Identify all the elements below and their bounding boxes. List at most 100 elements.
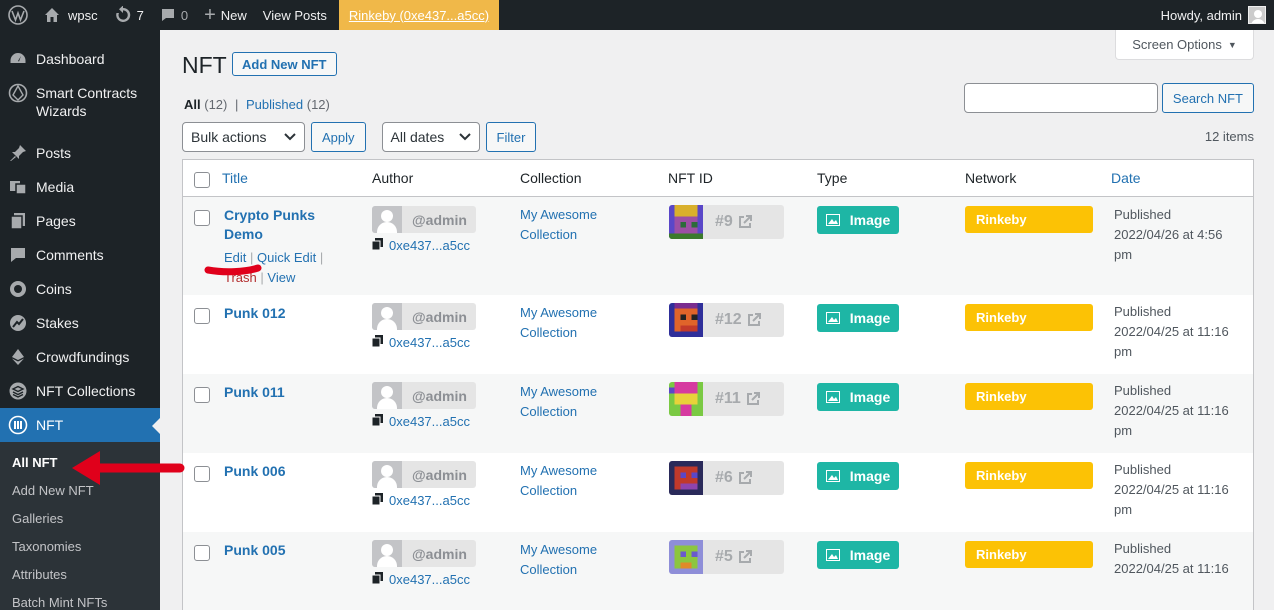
updates-count: 7 — [136, 7, 144, 23]
page-title: NFT — [182, 52, 227, 78]
search-input[interactable] — [963, 83, 1158, 113]
updates-link[interactable]: 7 — [106, 0, 152, 30]
edit-link[interactable]: Edit — [224, 250, 246, 265]
network-badge[interactable]: Rinkeby — [965, 541, 1093, 568]
submenu-attributes[interactable]: Attributes — [0, 561, 160, 589]
external-link-icon — [738, 550, 752, 563]
type-text: Image — [849, 310, 891, 326]
nft-id-badge[interactable]: #11 — [669, 382, 784, 416]
menu-pages[interactable]: Pages — [0, 204, 160, 238]
row-checkbox[interactable] — [194, 466, 210, 482]
author-name: @admin — [412, 308, 467, 325]
submenu-galleries[interactable]: Galleries — [0, 505, 160, 533]
author-badge[interactable]: @admin — [372, 382, 476, 409]
type-text: Image — [849, 468, 891, 484]
type-badge[interactable]: Image — [817, 383, 899, 411]
author-badge[interactable]: @admin — [372, 540, 476, 567]
author-badge[interactable]: @admin — [372, 206, 476, 233]
collection-link[interactable]: My Awesome Collection — [520, 540, 597, 580]
row-checkbox[interactable] — [194, 308, 210, 324]
select-all-checkbox[interactable] — [194, 172, 210, 188]
network-badge[interactable]: Rinkeby — [965, 304, 1093, 331]
submenu-batch-mint-nfts[interactable]: Batch Mint NFTs — [0, 589, 160, 610]
collection-link[interactable]: My Awesome Collection — [520, 382, 597, 422]
menu-dashboard[interactable]: Dashboard — [0, 42, 160, 76]
author-badge[interactable]: @admin — [372, 303, 476, 330]
comments-link[interactable]: 0 — [152, 0, 196, 30]
new-label: New — [220, 7, 247, 23]
type-text: Image — [849, 212, 891, 228]
filter-button[interactable]: Filter — [485, 122, 537, 152]
menu-posts[interactable]: Posts — [0, 136, 160, 170]
row-checkbox[interactable] — [194, 545, 210, 561]
title-link[interactable]: Punk 012 — [224, 304, 285, 323]
screen-options-button[interactable]: Screen Options ▼ — [1115, 30, 1254, 60]
collection-link[interactable]: My Awesome Collection — [520, 461, 597, 501]
home-icon-site-name[interactable]: wpsc — [36, 0, 106, 30]
author-badge[interactable]: @admin — [372, 461, 476, 488]
row-checkbox[interactable] — [194, 210, 210, 226]
nft-id-badge[interactable]: #12 — [669, 303, 784, 337]
title-link[interactable]: Punk 005 — [224, 541, 285, 560]
collection-line: My Awesome — [520, 384, 598, 399]
title-link[interactable]: Punk 006 — [224, 462, 285, 481]
nft-id-badge[interactable]: #6 — [669, 461, 784, 495]
menu-smart-contracts-wizards[interactable]: Smart Contracts Wizards — [0, 76, 160, 128]
nft-id-text: #12 — [715, 311, 742, 328]
submenu-add-new-nft[interactable]: Add New NFT — [0, 477, 160, 505]
filter-all[interactable]: All — [184, 97, 201, 112]
submenu-taxonomies[interactable]: Taxonomies — [0, 533, 160, 561]
column-date[interactable]: Date — [1111, 170, 1141, 186]
type-badge[interactable]: Image — [817, 206, 899, 234]
menu-coins[interactable]: Coins — [0, 272, 160, 306]
network-badge[interactable]: Rinkeby — [965, 206, 1093, 233]
trash-link[interactable]: Trash — [224, 270, 257, 285]
menu-nft[interactable]: NFT — [0, 408, 160, 442]
copy-icon — [371, 572, 383, 587]
title-link[interactable]: Crypto Punks Demo — [224, 206, 323, 244]
menu-comments[interactable]: Comments — [0, 238, 160, 272]
date-value: pm — [1114, 344, 1133, 359]
network-badge[interactable]: Rinkeby — [965, 462, 1093, 489]
view-link[interactable]: View — [267, 270, 295, 285]
menu-media[interactable]: Media — [0, 170, 160, 204]
nft-id-badge[interactable]: #9 — [669, 205, 784, 239]
type-badge[interactable]: Image — [817, 462, 899, 490]
address-link[interactable]: 0xe437...a5cc — [371, 414, 476, 429]
menu-nft-collections[interactable]: NFT Collections — [0, 374, 160, 408]
row-actions: Edit | Quick Edit | Trash | View — [224, 248, 323, 288]
collection-link[interactable]: My Awesome Collection — [520, 303, 597, 343]
status-filters: All (12) | Published (12) — [184, 97, 330, 112]
account-menu[interactable]: Howdy, admin — [1161, 6, 1274, 24]
view-posts-link[interactable]: View Posts — [255, 0, 335, 30]
type-badge[interactable]: Image — [817, 541, 899, 569]
column-title[interactable]: Title — [222, 170, 248, 186]
address-link[interactable]: 0xe437...a5cc — [371, 335, 476, 350]
network-badge[interactable]: Rinkeby — [965, 383, 1093, 410]
address-link[interactable]: 0xe437...a5cc — [371, 572, 476, 587]
bulk-actions-select[interactable]: Bulk actions — [182, 122, 305, 152]
filter-published[interactable]: Published — [246, 97, 303, 112]
external-link-icon — [738, 215, 752, 228]
caret-down-icon: ▼ — [1227, 39, 1237, 50]
submenu-all-nft[interactable]: All NFT — [0, 449, 160, 477]
row-checkbox[interactable] — [194, 387, 210, 403]
menu-stakes[interactable]: Stakes — [0, 306, 160, 340]
quick-edit-link[interactable]: Quick Edit — [257, 250, 316, 265]
nft-id-badge[interactable]: #5 — [669, 540, 784, 574]
author-name: @admin — [412, 211, 467, 228]
title-link[interactable]: Punk 011 — [224, 383, 285, 402]
address-link[interactable]: 0xe437...a5cc — [371, 238, 476, 253]
menu-crowdfundings[interactable]: Crowdfundings — [0, 340, 160, 374]
new-content-menu[interactable]: + New — [196, 0, 255, 30]
address-link[interactable]: 0xe437...a5cc — [371, 493, 476, 508]
add-new-nft-button[interactable]: Add New NFT — [232, 52, 337, 76]
date-filter-select[interactable]: All dates — [381, 122, 480, 152]
apply-button[interactable]: Apply — [311, 122, 366, 152]
search-nft-button[interactable]: Search NFT — [1161, 83, 1254, 113]
date-status: Published — [1114, 541, 1172, 556]
wordpress-logo-icon[interactable] — [0, 0, 36, 30]
collection-link[interactable]: My Awesome Collection — [520, 205, 597, 245]
network-indicator[interactable]: Rinkeby (0xe437...a5cc) — [338, 0, 500, 30]
type-badge[interactable]: Image — [817, 304, 899, 332]
